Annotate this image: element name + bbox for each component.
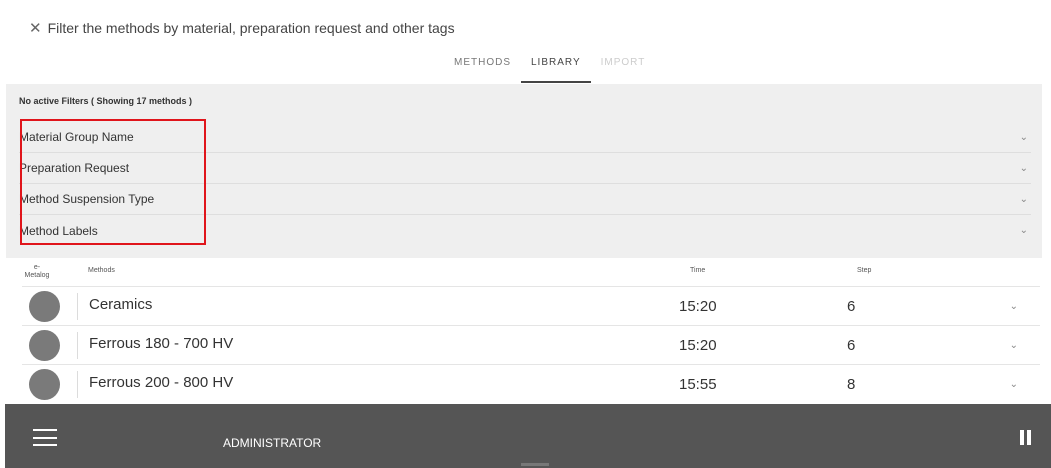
chevron-down-icon[interactable]: ⌄ <box>1020 132 1028 143</box>
method-step: 8 <box>847 376 856 393</box>
table-row[interactable]: Ceramics 15:20 6 ⌄ <box>22 286 1040 325</box>
chevron-down-icon[interactable]: ⌄ <box>1020 163 1028 174</box>
divider <box>77 371 78 398</box>
filters-panel: No active Filters ( Showing 17 methods )… <box>6 84 1042 258</box>
table-row[interactable]: Ferrous 200 - 800 HV 15:55 8 ⌄ <box>22 364 1040 403</box>
method-avatar <box>29 330 60 361</box>
tab-library[interactable]: LIBRARY <box>521 53 591 83</box>
column-header-time: Time <box>690 267 706 274</box>
chevron-down-icon[interactable]: ⌄ <box>1020 225 1028 236</box>
bottom-bar: ADMINISTRATOR <box>5 404 1051 468</box>
method-name: Ferrous 180 - 700 HV <box>89 335 234 352</box>
close-icon[interactable]: ✕ <box>29 19 42 37</box>
tab-bar: METHODS LIBRARY IMPORT <box>444 53 655 83</box>
tab-methods[interactable]: METHODS <box>444 53 521 83</box>
method-time: 15:20 <box>679 337 717 354</box>
method-time: 15:55 <box>679 376 717 393</box>
pause-icon[interactable] <box>1020 430 1031 445</box>
tab-import: IMPORT <box>600 57 646 68</box>
method-step: 6 <box>847 337 856 354</box>
highlight-box <box>20 119 206 245</box>
method-name: Ferrous 200 - 800 HV <box>89 374 234 391</box>
column-header-emetalog: e- Metalog <box>24 264 50 279</box>
chevron-down-icon[interactable]: ⌄ <box>1010 379 1018 390</box>
method-avatar <box>29 369 60 400</box>
filter-header[interactable]: ✕ Filter the methods by material, prepar… <box>29 19 455 37</box>
method-step: 6 <box>847 298 856 315</box>
chevron-down-icon[interactable]: ⌄ <box>1010 340 1018 351</box>
chevron-down-icon[interactable]: ⌄ <box>1010 301 1018 312</box>
column-header-methods: Methods <box>88 267 115 274</box>
user-label: ADMINISTRATOR <box>223 436 322 450</box>
divider <box>77 293 78 320</box>
table-row[interactable]: Ferrous 180 - 700 HV 15:20 6 ⌄ <box>22 325 1040 364</box>
chevron-down-icon[interactable]: ⌄ <box>1020 194 1028 205</box>
method-name: Ceramics <box>89 296 153 313</box>
filter-header-text: Filter the methods by material, preparat… <box>47 20 455 36</box>
method-avatar <box>29 291 60 322</box>
method-time: 15:20 <box>679 298 717 315</box>
drag-handle[interactable] <box>521 463 549 466</box>
filters-status: No active Filters ( Showing 17 methods ) <box>19 96 193 106</box>
column-header-step: Step <box>857 267 872 274</box>
hamburger-menu-icon[interactable] <box>33 429 57 446</box>
table-header: e- Metalog Methods Time Step <box>0 258 1051 286</box>
divider <box>77 332 78 359</box>
